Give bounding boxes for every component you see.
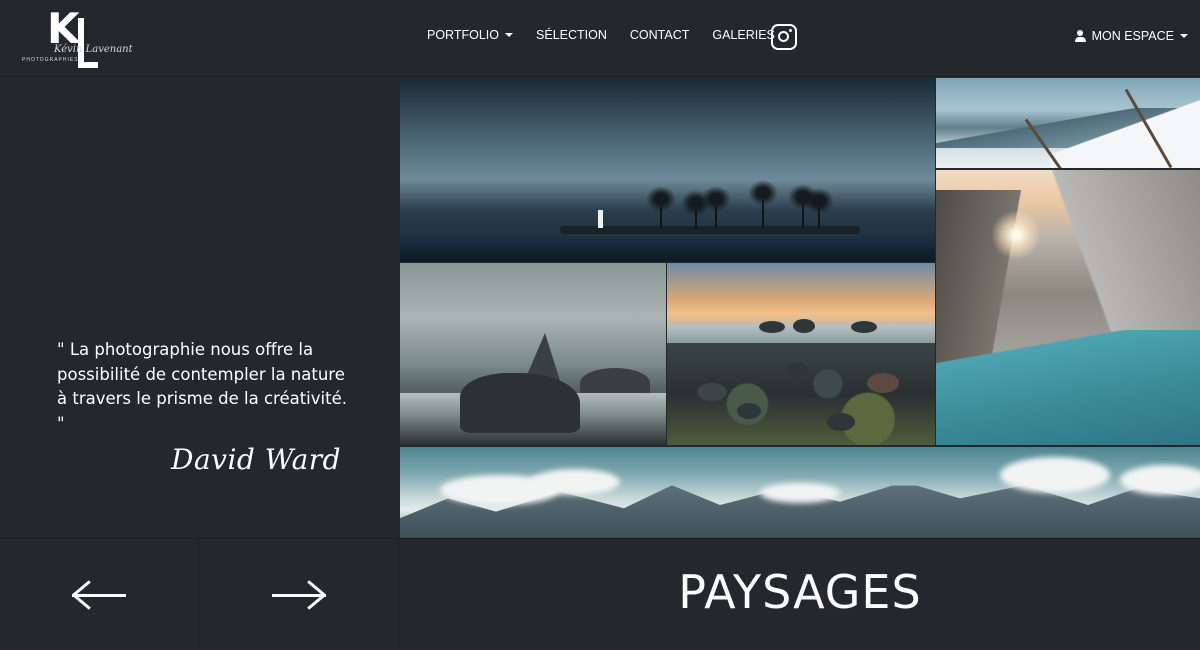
quote-text: " La photographie nous offre la possibil… (57, 340, 347, 433)
gallery-image-snowy-branch[interactable] (936, 78, 1200, 168)
quote-author-signature: David Ward (171, 443, 342, 476)
nav-item-galeries[interactable]: GALERIES (712, 28, 775, 42)
quote-panel: " La photographie nous offre la possibil… (0, 78, 399, 538)
previous-button[interactable] (0, 539, 199, 650)
gallery-image-mountain-panorama[interactable] (400, 447, 1200, 538)
nav-item-selection[interactable]: SÉLECTION (536, 28, 607, 42)
site-header: K Kévin Lavenant PHOTOGRAPHIES PORTFOLIO… (0, 0, 1200, 77)
nav-item-label: CONTACT (629, 28, 690, 42)
logo-l-shape (78, 18, 98, 68)
nav-item-label: GALERIES (712, 28, 775, 42)
user-icon (1074, 30, 1086, 42)
gallery-image-sea-rocks[interactable] (400, 263, 666, 445)
main-nav: PORTFOLIO SÉLECTION CONTACT GALERIES (427, 28, 798, 42)
gallery-image-pebble-beach[interactable] (667, 263, 935, 445)
next-button[interactable] (199, 539, 399, 650)
bottom-bar: PAYSAGES (0, 538, 1200, 650)
account-label: MON ESPACE (1091, 29, 1174, 43)
page-title: PAYSAGES (678, 565, 922, 619)
gallery-image-storm-lake[interactable] (400, 78, 935, 262)
arrow-left-icon (72, 580, 126, 610)
nav-item-label: SÉLECTION (536, 28, 607, 42)
chevron-down-icon (505, 33, 514, 37)
chevron-down-icon (1180, 34, 1188, 38)
account-menu[interactable]: MON ESPACE (1074, 29, 1188, 43)
lighthouse-shape (598, 210, 603, 228)
nav-item-contact[interactable]: CONTACT (630, 28, 690, 42)
instagram-icon[interactable] (771, 24, 797, 50)
gallery-image-canyon-lake[interactable] (936, 170, 1200, 445)
nav-item-portfolio[interactable]: PORTFOLIO (427, 28, 514, 42)
logo-script-name: Kévin Lavenant (54, 44, 133, 55)
nav-item-label: PORTFOLIO (427, 28, 500, 42)
site-logo[interactable]: K Kévin Lavenant PHOTOGRAPHIES (20, 4, 133, 70)
arrow-right-icon (271, 580, 326, 610)
logo-subtitle: PHOTOGRAPHIES (22, 57, 79, 63)
